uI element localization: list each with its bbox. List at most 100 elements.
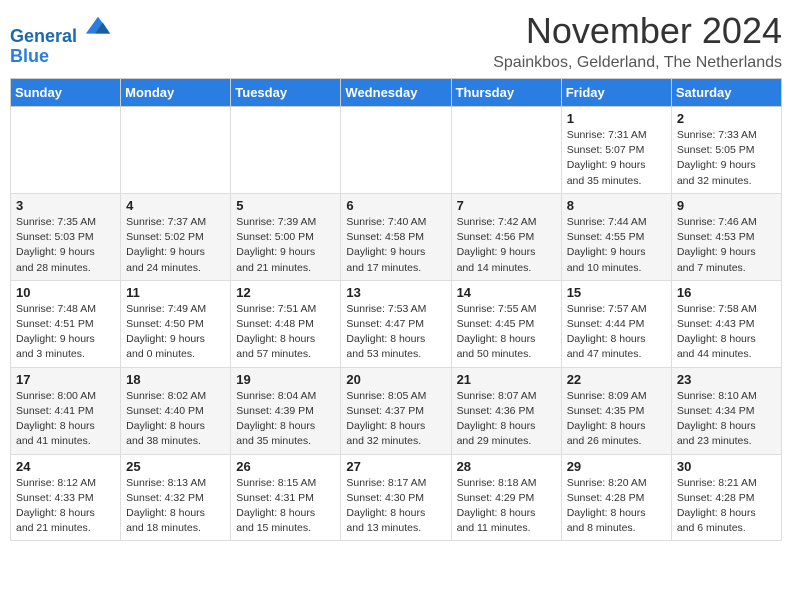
- calendar-cell: 19 Sunrise: 8:04 AM Sunset: 4:39 PM Dayli…: [231, 367, 341, 454]
- day-number: 20: [346, 372, 445, 387]
- weekday-header-friday: Friday: [561, 79, 671, 107]
- day-detail: Sunrise: 7:58 AM Sunset: 4:43 PM Dayligh…: [677, 302, 776, 363]
- weekday-header-monday: Monday: [121, 79, 231, 107]
- day-detail: Sunrise: 8:07 AM Sunset: 4:36 PM Dayligh…: [457, 389, 556, 450]
- day-number: 8: [567, 198, 666, 213]
- day-detail: Sunrise: 7:57 AM Sunset: 4:44 PM Dayligh…: [567, 302, 666, 363]
- calendar-week-5: 24Sunrise: 8:12 AM Sunset: 4:33 PM Dayli…: [11, 454, 782, 541]
- calendar-cell: 27 Sunrise: 8:17 AM Sunset: 4:30 PM Dayli…: [341, 454, 451, 541]
- day-detail: Sunrise: 8:18 AM Sunset: 4:29 PM Dayligh…: [457, 476, 556, 537]
- logo-icon: [84, 14, 112, 42]
- day-detail: Sunrise: 8:05 AM Sunset: 4:37 PM Dayligh…: [346, 389, 445, 450]
- day-number: 24: [16, 459, 115, 474]
- month-title: November 2024: [493, 10, 782, 52]
- day-number: 2: [677, 111, 776, 126]
- day-detail: Sunrise: 7:31 AM Sunset: 5:07 PM Dayligh…: [567, 128, 666, 189]
- day-detail: Sunrise: 7:44 AM Sunset: 4:55 PM Dayligh…: [567, 215, 666, 276]
- day-detail: Sunrise: 8:15 AM Sunset: 4:31 PM Dayligh…: [236, 476, 335, 537]
- calendar-cell: 23 Sunrise: 8:10 AM Sunset: 4:34 PM Dayli…: [671, 367, 781, 454]
- day-number: 17: [16, 372, 115, 387]
- day-detail: Sunrise: 8:13 AM Sunset: 4:32 PM Dayligh…: [126, 476, 225, 537]
- day-detail: Sunrise: 8:21 AM Sunset: 4:28 PM Dayligh…: [677, 476, 776, 537]
- calendar-cell: 2 Sunrise: 7:33 AM Sunset: 5:05 PM Daylig…: [671, 107, 781, 194]
- day-number: 23: [677, 372, 776, 387]
- day-number: 22: [567, 372, 666, 387]
- day-detail: Sunrise: 7:37 AM Sunset: 5:02 PM Dayligh…: [126, 215, 225, 276]
- calendar-cell: 10 Sunrise: 7:48 AM Sunset: 4:51 PM Dayli…: [11, 280, 121, 367]
- day-number: 6: [346, 198, 445, 213]
- title-block: November 2024 Spainkbos, Gelderland, The…: [493, 10, 782, 72]
- day-detail: Sunrise: 7:46 AM Sunset: 4:53 PM Dayligh…: [677, 215, 776, 276]
- calendar-cell: 16 Sunrise: 7:58 AM Sunset: 4:43 PM Dayli…: [671, 280, 781, 367]
- calendar-cell: 30 Sunrise: 8:21 AM Sunset: 4:28 PM Dayli…: [671, 454, 781, 541]
- calendar-cell: 28Sunrise: 8:18 AM Sunset: 4:29 PM Dayli…: [451, 454, 561, 541]
- calendar-cell: 4 Sunrise: 7:37 AM Sunset: 5:02 PM Daylig…: [121, 193, 231, 280]
- day-number: 18: [126, 372, 225, 387]
- day-detail: Sunrise: 7:35 AM Sunset: 5:03 PM Dayligh…: [16, 215, 115, 276]
- day-number: 7: [457, 198, 556, 213]
- day-detail: Sunrise: 7:48 AM Sunset: 4:51 PM Dayligh…: [16, 302, 115, 363]
- calendar-cell: 11Sunrise: 7:49 AM Sunset: 4:50 PM Dayli…: [121, 280, 231, 367]
- calendar-cell: 22Sunrise: 8:09 AM Sunset: 4:35 PM Dayli…: [561, 367, 671, 454]
- day-detail: Sunrise: 7:33 AM Sunset: 5:05 PM Dayligh…: [677, 128, 776, 189]
- calendar-table: SundayMondayTuesdayWednesdayThursdayFrid…: [10, 78, 782, 541]
- calendar-cell: 6Sunrise: 7:40 AM Sunset: 4:58 PM Daylig…: [341, 193, 451, 280]
- day-number: 14: [457, 285, 556, 300]
- calendar-week-3: 10 Sunrise: 7:48 AM Sunset: 4:51 PM Dayli…: [11, 280, 782, 367]
- day-number: 27: [346, 459, 445, 474]
- day-detail: Sunrise: 8:04 AM Sunset: 4:39 PM Dayligh…: [236, 389, 335, 450]
- day-detail: Sunrise: 8:10 AM Sunset: 4:34 PM Dayligh…: [677, 389, 776, 450]
- weekday-header-wednesday: Wednesday: [341, 79, 451, 107]
- day-detail: Sunrise: 8:02 AM Sunset: 4:40 PM Dayligh…: [126, 389, 225, 450]
- calendar-body: 1 Sunrise: 7:31 AM Sunset: 5:07 PM Daylig…: [11, 107, 782, 541]
- calendar-cell: 5Sunrise: 7:39 AM Sunset: 5:00 PM Daylig…: [231, 193, 341, 280]
- page-header: General Blue November 2024 Spainkbos, Ge…: [10, 10, 782, 72]
- logo-general: General: [10, 26, 77, 46]
- day-detail: Sunrise: 8:20 AM Sunset: 4:28 PM Dayligh…: [567, 476, 666, 537]
- calendar-cell: 14 Sunrise: 7:55 AM Sunset: 4:45 PM Dayli…: [451, 280, 561, 367]
- day-detail: Sunrise: 8:17 AM Sunset: 4:30 PM Dayligh…: [346, 476, 445, 537]
- day-number: 9: [677, 198, 776, 213]
- day-number: 13: [346, 285, 445, 300]
- day-detail: Sunrise: 8:00 AM Sunset: 4:41 PM Dayligh…: [16, 389, 115, 450]
- calendar-cell: 17 Sunrise: 8:00 AM Sunset: 4:41 PM Dayli…: [11, 367, 121, 454]
- calendar-cell: 21 Sunrise: 8:07 AM Sunset: 4:36 PM Dayli…: [451, 367, 561, 454]
- day-number: 30: [677, 459, 776, 474]
- calendar-cell: 20 Sunrise: 8:05 AM Sunset: 4:37 PM Dayli…: [341, 367, 451, 454]
- day-number: 26: [236, 459, 335, 474]
- day-number: 3: [16, 198, 115, 213]
- day-number: 29: [567, 459, 666, 474]
- day-detail: Sunrise: 7:49 AM Sunset: 4:50 PM Dayligh…: [126, 302, 225, 363]
- calendar-cell: [11, 107, 121, 194]
- day-number: 1: [567, 111, 666, 126]
- calendar-cell: 13Sunrise: 7:53 AM Sunset: 4:47 PM Dayli…: [341, 280, 451, 367]
- calendar-cell: 18 Sunrise: 8:02 AM Sunset: 4:40 PM Dayli…: [121, 367, 231, 454]
- day-number: 16: [677, 285, 776, 300]
- day-number: 21: [457, 372, 556, 387]
- calendar-cell: 26 Sunrise: 8:15 AM Sunset: 4:31 PM Dayli…: [231, 454, 341, 541]
- day-number: 25: [126, 459, 225, 474]
- day-number: 5: [236, 198, 335, 213]
- calendar-header: SundayMondayTuesdayWednesdayThursdayFrid…: [11, 79, 782, 107]
- calendar-cell: 8 Sunrise: 7:44 AM Sunset: 4:55 PM Daylig…: [561, 193, 671, 280]
- calendar-cell: 15 Sunrise: 7:57 AM Sunset: 4:44 PM Dayli…: [561, 280, 671, 367]
- calendar-cell: 9 Sunrise: 7:46 AM Sunset: 4:53 PM Daylig…: [671, 193, 781, 280]
- day-number: 10: [16, 285, 115, 300]
- weekday-header-thursday: Thursday: [451, 79, 561, 107]
- day-detail: Sunrise: 7:55 AM Sunset: 4:45 PM Dayligh…: [457, 302, 556, 363]
- calendar-cell: 25 Sunrise: 8:13 AM Sunset: 4:32 PM Dayli…: [121, 454, 231, 541]
- logo: General Blue: [10, 14, 112, 67]
- calendar-cell: [341, 107, 451, 194]
- day-number: 12: [236, 285, 335, 300]
- day-number: 4: [126, 198, 225, 213]
- weekday-header-saturday: Saturday: [671, 79, 781, 107]
- calendar-week-4: 17 Sunrise: 8:00 AM Sunset: 4:41 PM Dayli…: [11, 367, 782, 454]
- day-number: 19: [236, 372, 335, 387]
- day-number: 15: [567, 285, 666, 300]
- calendar-cell: 24Sunrise: 8:12 AM Sunset: 4:33 PM Dayli…: [11, 454, 121, 541]
- logo-blue: Blue: [10, 46, 49, 66]
- location-subtitle: Spainkbos, Gelderland, The Netherlands: [493, 54, 782, 72]
- day-detail: Sunrise: 7:51 AM Sunset: 4:48 PM Dayligh…: [236, 302, 335, 363]
- calendar-cell: [231, 107, 341, 194]
- calendar-cell: 12 Sunrise: 7:51 AM Sunset: 4:48 PM Dayli…: [231, 280, 341, 367]
